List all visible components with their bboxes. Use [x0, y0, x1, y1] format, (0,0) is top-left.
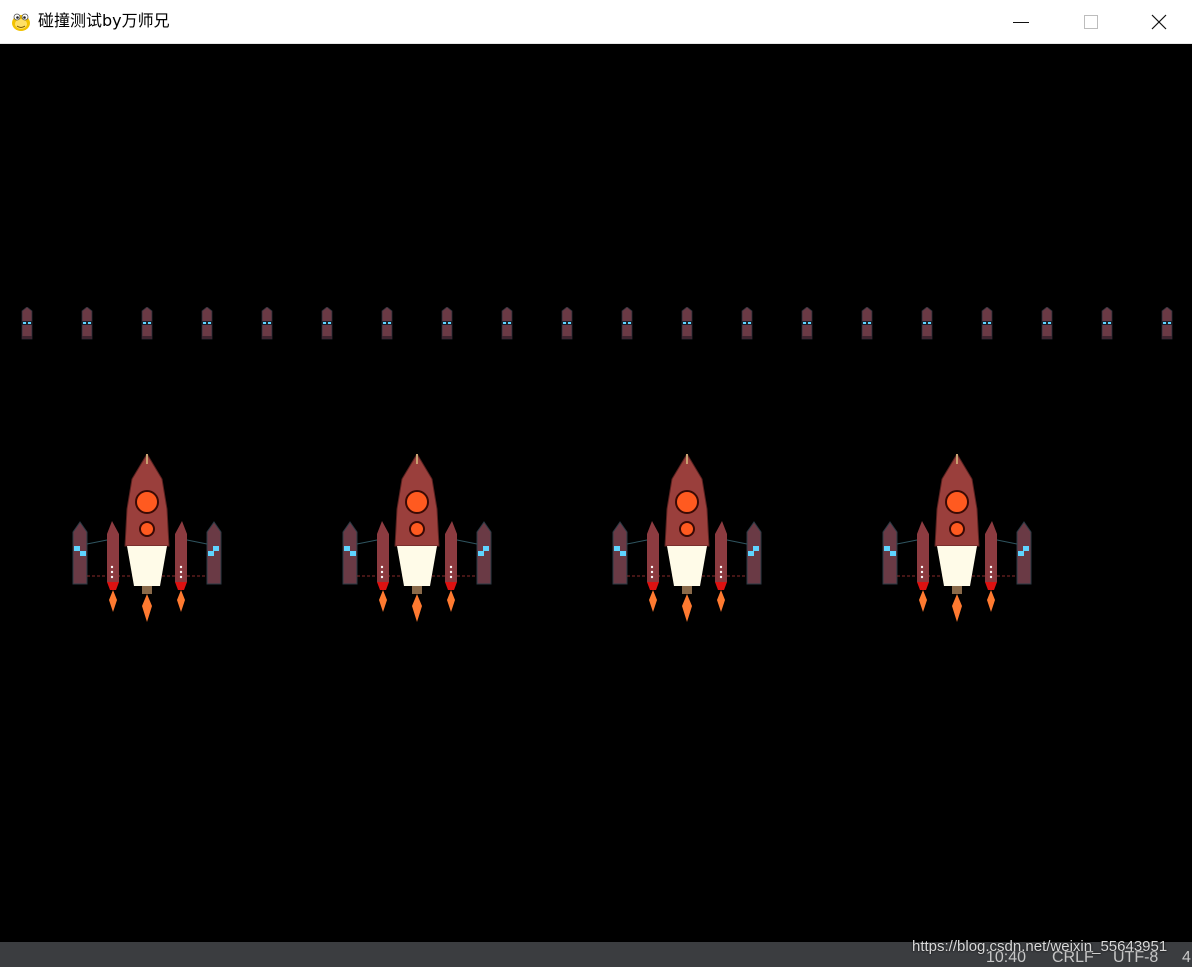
game-canvas[interactable] [0, 45, 1192, 942]
enemy-sprite [740, 306, 754, 341]
enemy-sprite [80, 306, 94, 341]
player-ship-sprite [882, 453, 1032, 624]
enemy-sprite [380, 306, 394, 341]
indent-setting[interactable]: 4 [1182, 949, 1191, 967]
window-title: 碰撞测试by万师兄 [38, 11, 170, 30]
enemy-sprite [320, 306, 334, 341]
enemy-sprite [1100, 306, 1114, 341]
player-ship-sprite [612, 453, 762, 624]
enemy-sprite [1040, 306, 1054, 341]
close-button[interactable] [1126, 0, 1192, 44]
close-icon [1151, 14, 1167, 30]
enemy-sprite [980, 306, 994, 341]
enemy-sprite [140, 306, 154, 341]
enemy-sprite [200, 306, 214, 341]
player-ship-sprite [72, 453, 222, 624]
enemy-sprite [560, 306, 574, 341]
enemy-sprite [260, 306, 274, 341]
maximize-icon [1084, 15, 1098, 29]
enemy-sprite [800, 306, 814, 341]
minimize-icon [1013, 21, 1029, 23]
pygame-snake-icon [12, 13, 30, 31]
enemy-sprite [440, 306, 454, 341]
minimize-button[interactable] [986, 0, 1056, 44]
enemy-sprite [500, 306, 514, 341]
window-titlebar: 碰撞测试by万师兄 [0, 0, 1192, 44]
player-ship-sprite [342, 453, 492, 624]
enemy-sprite [680, 306, 694, 341]
enemy-sprite [20, 306, 34, 341]
watermark-url: https://blog.csdn.net/weixin_55643951 [912, 938, 1168, 955]
enemy-sprite [1160, 306, 1174, 341]
maximize-button[interactable] [1056, 0, 1126, 44]
enemy-sprite [860, 306, 874, 341]
enemy-sprite [620, 306, 634, 341]
enemy-sprite [920, 306, 934, 341]
